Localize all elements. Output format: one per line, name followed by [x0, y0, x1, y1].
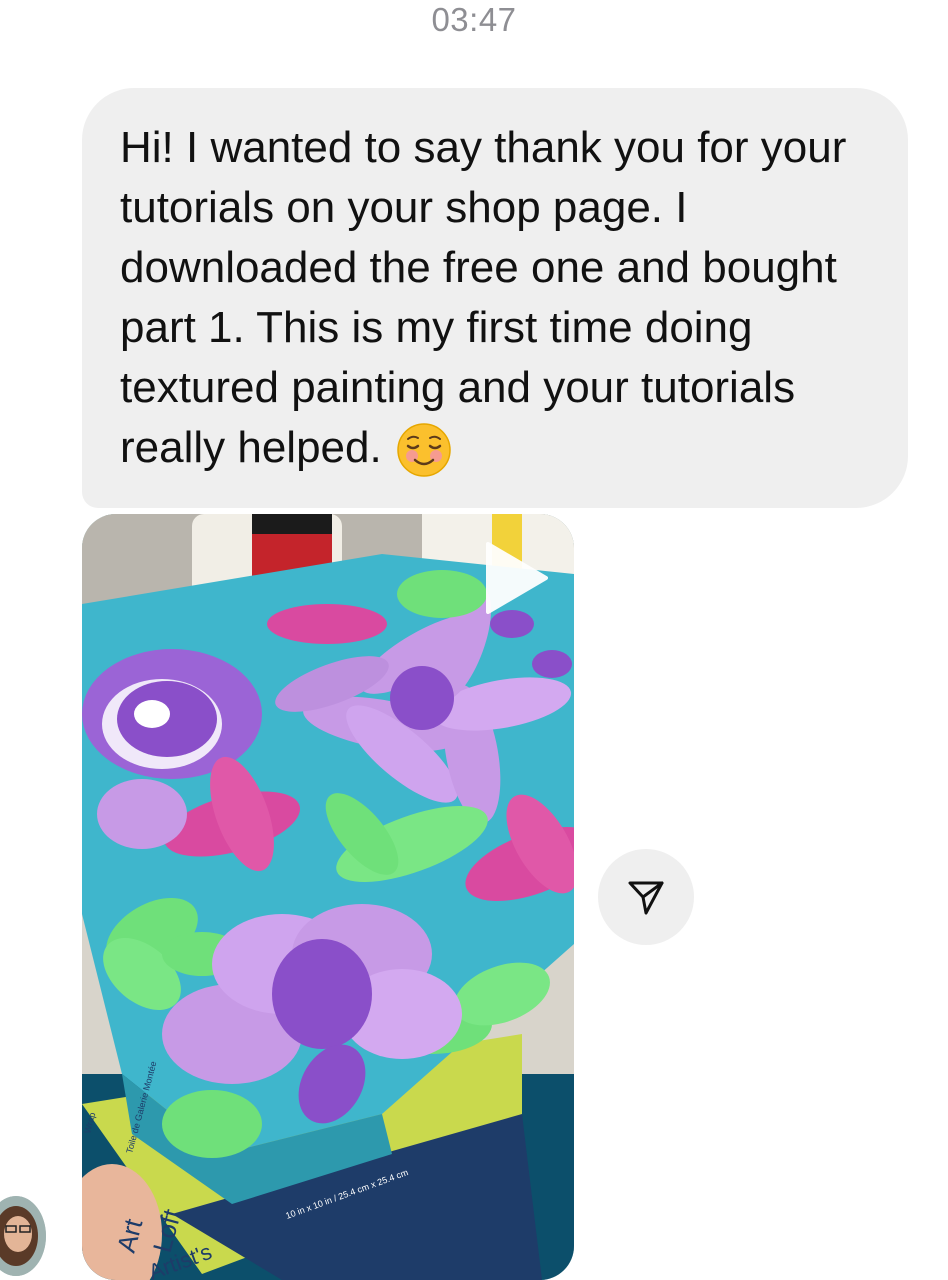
smiling-face-emoji	[396, 423, 451, 478]
flower-purple-rose	[82, 649, 262, 779]
message-text: Hi! I wanted to say thank you for your t…	[120, 118, 868, 478]
painting-video-frame: Art Loft Artist's 10 in x 10 in / 25.4 c…	[82, 514, 574, 1280]
paper-plane-icon	[628, 881, 664, 915]
sender-avatar[interactable]	[0, 1196, 46, 1276]
avatar-image	[0, 1196, 46, 1276]
share-button[interactable]	[598, 849, 694, 945]
received-message-bubble[interactable]: Hi! I wanted to say thank you for your t…	[82, 88, 908, 508]
dm-conversation-screen: 03:47 Hi! I wanted to say thank you for …	[0, 0, 948, 1280]
message-timestamp: 03:47	[431, 1, 517, 38]
message-body: Hi! I wanted to say thank you for your t…	[120, 123, 847, 472]
play-icon[interactable]	[480, 540, 550, 616]
video-message-thumbnail[interactable]: Art Loft Artist's 10 in x 10 in / 25.4 c…	[82, 514, 574, 1280]
